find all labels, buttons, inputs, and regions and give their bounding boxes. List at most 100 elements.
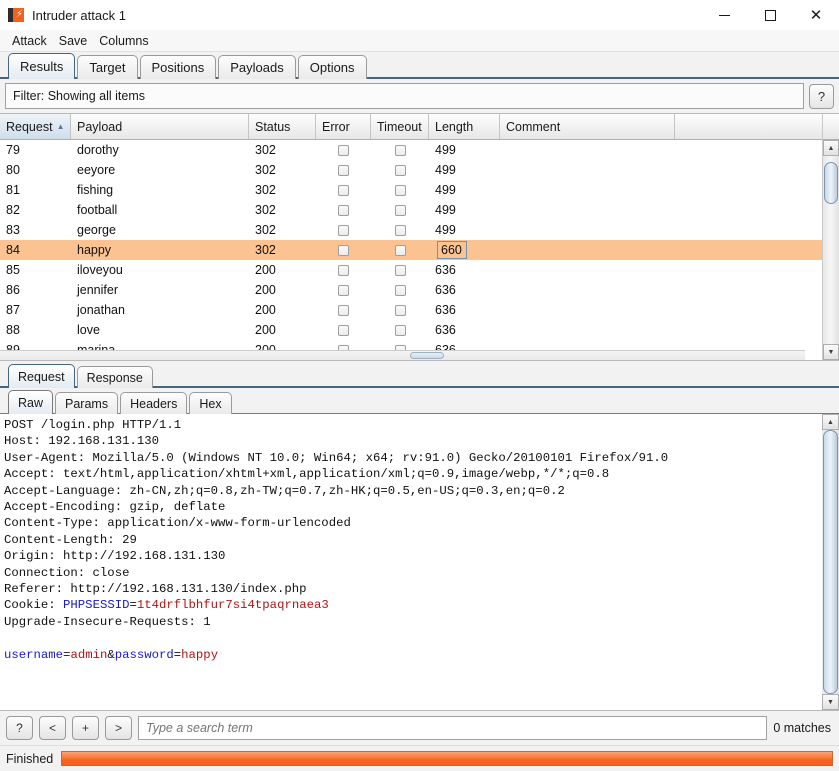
cell-length[interactable]: 636 <box>429 280 500 300</box>
cell-payload[interactable]: fishing <box>71 180 249 200</box>
cell-comment[interactable] <box>500 300 675 320</box>
cell-error[interactable] <box>316 200 371 220</box>
cell-error[interactable] <box>316 300 371 320</box>
search-add-button[interactable]: + <box>72 716 99 740</box>
cell-request[interactable]: 85 <box>0 260 71 280</box>
cell-request[interactable]: 88 <box>0 320 71 340</box>
cell-length[interactable]: 499 <box>429 160 500 180</box>
cell-status[interactable]: 200 <box>249 280 316 300</box>
search-input[interactable] <box>138 716 768 740</box>
error-checkbox[interactable] <box>338 324 349 336</box>
scroll-up-arrow-icon[interactable]: ▲ <box>823 140 839 156</box>
error-checkbox[interactable] <box>338 184 349 196</box>
request-scroll-down-arrow-icon[interactable]: ▼ <box>822 694 839 710</box>
timeout-checkbox[interactable] <box>394 184 406 196</box>
tab-payloads[interactable]: Payloads <box>218 55 296 79</box>
cell-payload[interactable]: dorothy <box>71 140 249 160</box>
cell-status[interactable]: 302 <box>249 240 316 260</box>
table-row[interactable]: 86 jennifer 200 636 <box>0 280 822 300</box>
timeout-checkbox[interactable] <box>394 324 406 336</box>
cell-error[interactable] <box>316 260 371 280</box>
minimize-icon[interactable] <box>701 0 747 30</box>
cell-comment[interactable] <box>500 260 675 280</box>
column-header-error[interactable]: Error <box>316 114 371 139</box>
tab-headers[interactable]: Headers <box>120 392 188 414</box>
error-checkbox[interactable] <box>338 264 349 276</box>
cell-request[interactable]: 87 <box>0 300 71 320</box>
table-row[interactable]: 87 jonathan 200 636 <box>0 300 822 320</box>
cell-request[interactable]: 79 <box>0 140 71 160</box>
table-row[interactable]: 83 george 302 499 <box>0 220 822 240</box>
cell-timeout[interactable] <box>371 140 429 160</box>
cell-payload[interactable]: happy <box>71 240 249 260</box>
close-icon[interactable]: ✕ <box>793 0 839 30</box>
filter-help-icon[interactable]: ? <box>809 83 834 109</box>
cell-payload[interactable]: iloveyou <box>71 260 249 280</box>
cell-request[interactable]: 83 <box>0 220 71 240</box>
error-checkbox[interactable] <box>338 144 349 156</box>
cell-timeout[interactable] <box>371 320 429 340</box>
cell-error[interactable] <box>316 180 371 200</box>
tab-positions[interactable]: Positions <box>139 55 217 79</box>
cell-timeout[interactable] <box>371 300 429 320</box>
cell-comment[interactable] <box>500 180 675 200</box>
request-vertical-scrollbar[interactable]: ▲ ▼ <box>822 414 839 710</box>
scroll-down-arrow-icon[interactable]: ▼ <box>823 344 839 360</box>
request-scroll-thumb[interactable] <box>823 430 838 694</box>
error-checkbox[interactable] <box>338 304 349 316</box>
menu-item-attack[interactable]: Attack <box>6 32 53 50</box>
cell-status[interactable]: 302 <box>249 220 316 240</box>
column-header-timeout[interactable]: Timeout <box>371 114 429 139</box>
timeout-checkbox[interactable] <box>394 164 406 176</box>
table-row[interactable]: 88 love 200 636 <box>0 320 822 340</box>
tab-options[interactable]: Options <box>297 55 367 79</box>
cell-comment[interactable] <box>500 320 675 340</box>
filter-bar[interactable]: Filter: Showing all items <box>5 83 804 109</box>
cell-request[interactable]: 81 <box>0 180 71 200</box>
cell-request[interactable]: 80 <box>0 160 71 180</box>
table-row[interactable]: 82 football 302 499 <box>0 200 822 220</box>
column-header-status[interactable]: Status <box>249 114 316 139</box>
tab-results[interactable]: Results <box>8 53 76 79</box>
cell-timeout[interactable] <box>371 200 429 220</box>
cell-error[interactable] <box>316 140 371 160</box>
error-checkbox[interactable] <box>338 204 349 216</box>
tab-response[interactable]: Response <box>76 366 153 388</box>
cell-payload[interactable]: jennifer <box>71 280 249 300</box>
cell-timeout[interactable] <box>371 280 429 300</box>
tab-request[interactable]: Request <box>8 364 75 388</box>
error-checkbox[interactable] <box>338 284 349 296</box>
cell-timeout[interactable] <box>371 220 429 240</box>
column-header-request[interactable]: Request ▲ <box>0 114 71 139</box>
request-raw-editor[interactable]: POST /login.php HTTP/1.1 Host: 192.168.1… <box>0 414 822 710</box>
cell-timeout[interactable] <box>371 260 429 280</box>
cell-comment[interactable] <box>500 240 675 260</box>
tab-params[interactable]: Params <box>55 392 119 414</box>
timeout-checkbox[interactable] <box>394 144 406 156</box>
cell-length[interactable]: 499 <box>429 200 500 220</box>
search-prev-button[interactable]: < <box>39 716 66 740</box>
column-header-payload[interactable]: Payload <box>71 114 249 139</box>
cell-payload[interactable]: eeyore <box>71 160 249 180</box>
results-vertical-scrollbar[interactable]: ▲ ▼ <box>822 114 839 360</box>
cell-payload[interactable]: george <box>71 220 249 240</box>
scroll-thumb[interactable] <box>824 162 838 204</box>
tab-target[interactable]: Target <box>77 55 138 79</box>
tab-hex[interactable]: Hex <box>189 392 232 414</box>
cell-status[interactable]: 302 <box>249 140 316 160</box>
timeout-checkbox[interactable] <box>394 284 406 296</box>
tab-raw[interactable]: Raw <box>8 390 54 414</box>
results-horizontal-scrollbar[interactable] <box>410 352 444 359</box>
column-header-comment[interactable]: Comment <box>500 114 675 139</box>
scroll-track[interactable] <box>823 156 839 344</box>
cell-error[interactable] <box>316 320 371 340</box>
timeout-checkbox[interactable] <box>394 204 406 216</box>
cell-payload[interactable]: love <box>71 320 249 340</box>
request-scroll-up-arrow-icon[interactable]: ▲ <box>822 414 839 430</box>
column-header-length[interactable]: Length <box>429 114 500 139</box>
menu-item-columns[interactable]: Columns <box>93 32 154 50</box>
cell-payload[interactable]: jonathan <box>71 300 249 320</box>
menu-item-save[interactable]: Save <box>53 32 94 50</box>
cell-error[interactable] <box>316 160 371 180</box>
cell-comment[interactable] <box>500 280 675 300</box>
